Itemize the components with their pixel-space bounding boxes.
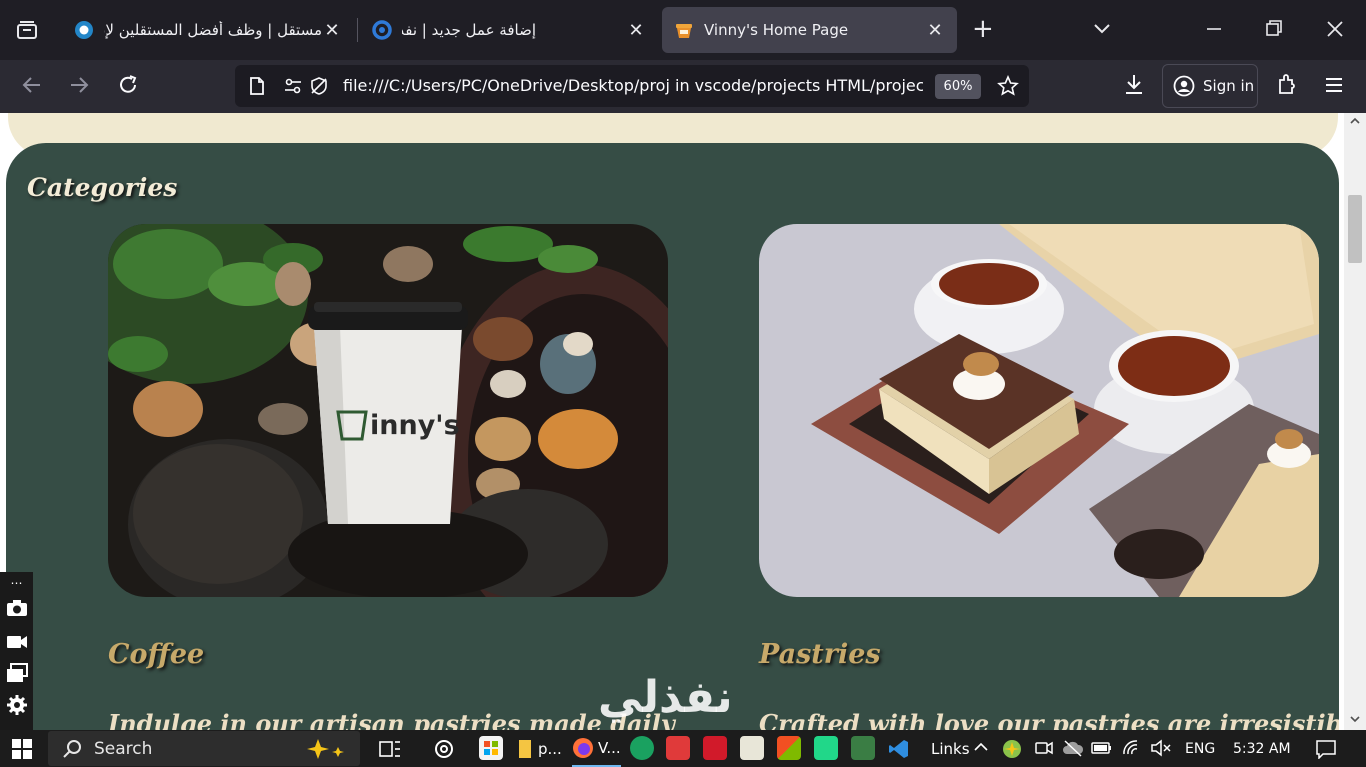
tab-title: إضافة عمل جديد | نفذلي <box>402 21 536 39</box>
minimize-icon[interactable] <box>1205 14 1223 49</box>
tray-app-icon[interactable] <box>1002 739 1022 763</box>
mostaql-icon <box>75 21 93 39</box>
cup-brand-text: inny's <box>370 410 460 441</box>
categories-section: Categories inny's Coffee Pastries Indulg… <box>6 143 1339 730</box>
firefox-task-label: V... <box>598 738 621 757</box>
windows-start-icon[interactable] <box>12 730 32 767</box>
firefox-icon <box>573 737 593 758</box>
zoom-level-badge[interactable]: 60% <box>935 74 981 99</box>
coffee-cup-icon <box>676 24 692 38</box>
vertical-scrollbar[interactable] <box>1344 113 1366 730</box>
pastries-title: Pastries <box>759 639 881 670</box>
notes-icon[interactable] <box>740 736 764 760</box>
clock-time[interactable]: 5:32 AM <box>1233 730 1291 767</box>
tab-mostaql[interactable]: مستقل | وظف أفضل المستقلين لإنجاز ✕ <box>62 7 354 53</box>
windows-taskbar: Search p... V... Links ENG 5:32 AM <box>0 730 1366 767</box>
coffee-title: Coffee <box>108 639 205 670</box>
reload-icon[interactable] <box>116 72 140 105</box>
forward-arrow-icon[interactable] <box>67 72 91 105</box>
downloads-icon[interactable] <box>1123 72 1145 105</box>
url-bar[interactable]: file:///C:/Users/PC/OneDrive/Desktop/pro… <box>235 65 1029 107</box>
pastries-description: Crafted with love our pastries are irres… <box>759 709 1339 730</box>
url-text[interactable]: file:///C:/Users/PC/OneDrive/Desktop/pro… <box>343 76 923 95</box>
task-view-icon[interactable] <box>379 730 401 767</box>
hamburger-menu-icon[interactable] <box>1323 72 1345 105</box>
tab-title: Vinny's Home Page <box>704 21 849 39</box>
youtube-icon[interactable] <box>703 736 727 760</box>
notification-icon[interactable] <box>1315 739 1337 763</box>
tab-list-icon[interactable] <box>10 14 44 46</box>
capture-toolbar: ⋯ <box>0 572 33 730</box>
page-viewport: Categories inny's Coffee Pastries Indulg… <box>0 113 1344 730</box>
extensions-icon[interactable] <box>1276 72 1298 105</box>
window-close-icon[interactable] <box>1326 14 1344 49</box>
firefox-task[interactable]: V... <box>572 730 621 767</box>
chevron-down-icon[interactable] <box>1092 18 1112 42</box>
file-icon <box>519 739 531 758</box>
tab-title: مستقل | وظف أفضل المستقلين لإنجاز <box>104 21 322 39</box>
app-icon-red[interactable] <box>666 736 690 760</box>
store-app-icon[interactable] <box>479 736 503 760</box>
navigation-toolbar: file:///C:/Users/PC/OneDrive/Desktop/pro… <box>0 60 1366 113</box>
input-language[interactable]: ENG <box>1185 730 1215 767</box>
search-placeholder: Search <box>94 738 153 759</box>
tab-nafezly[interactable]: إضافة عمل جديد | نفذلي ✕ <box>360 7 658 53</box>
close-tab-icon[interactable]: ✕ <box>626 20 646 41</box>
links-toolbar[interactable]: Links <box>931 730 970 767</box>
sign-in-label: Sign in <box>1203 77 1255 95</box>
tracking-protection-icon[interactable] <box>309 76 329 96</box>
battery-icon[interactable] <box>1091 739 1113 761</box>
camera-icon[interactable] <box>0 594 33 627</box>
volume-muted-icon[interactable] <box>1150 739 1172 761</box>
tab-bar: مستقل | وظف أفضل المستقلين لإنجاز ✕ إضاف… <box>0 0 1366 60</box>
more-icon[interactable]: ⋯ <box>0 572 33 594</box>
copilot-sparkle-icon[interactable] <box>304 737 352 761</box>
new-tab-button[interactable]: + <box>972 15 994 43</box>
vscode-icon[interactable] <box>888 730 910 767</box>
green-app-icon[interactable] <box>851 736 875 760</box>
windows-icon[interactable] <box>0 660 33 693</box>
scroll-up-icon[interactable] <box>1349 115 1361 130</box>
file-explorer-task[interactable]: p... <box>518 730 562 767</box>
coffee-image: inny's <box>108 224 668 597</box>
sign-in-button[interactable]: Sign in <box>1162 64 1258 108</box>
tray-chevron-up-icon[interactable] <box>973 739 989 759</box>
wifi-icon[interactable] <box>1122 739 1142 761</box>
back-arrow-icon[interactable] <box>20 72 44 105</box>
section-title: Categories <box>27 173 178 202</box>
scrollbar-thumb[interactable] <box>1348 195 1362 263</box>
office-icon[interactable] <box>777 736 801 760</box>
meet-now-icon[interactable] <box>1034 739 1054 761</box>
pycharm-icon[interactable] <box>814 736 838 760</box>
whatsapp-icon[interactable] <box>630 736 654 760</box>
close-tab-icon[interactable]: ✕ <box>322 20 342 41</box>
tab-separator <box>357 18 358 42</box>
nafezly-icon <box>372 20 392 40</box>
tab-vinnys[interactable]: Vinny's Home Page ✕ <box>662 7 957 53</box>
video-icon[interactable] <box>0 627 33 660</box>
restore-icon[interactable] <box>1265 14 1283 49</box>
account-icon <box>1173 75 1195 97</box>
search-icon <box>63 739 81 758</box>
scroll-down-icon[interactable] <box>1349 713 1361 728</box>
bookmark-star-icon[interactable] <box>997 75 1019 97</box>
chatgpt-app-icon[interactable] <box>433 730 455 767</box>
file-task-label: p... <box>538 739 562 758</box>
settings-gear-icon[interactable] <box>0 693 33 726</box>
close-tab-icon[interactable]: ✕ <box>925 20 945 41</box>
permissions-icon[interactable] <box>283 76 303 96</box>
page-icon <box>250 77 264 95</box>
taskbar-search[interactable]: Search <box>48 731 360 766</box>
cloud-sync-icon[interactable] <box>1062 739 1084 761</box>
pastries-image <box>759 224 1319 597</box>
coffee-description: Indulge in our artisan pastries made dai… <box>108 709 675 730</box>
